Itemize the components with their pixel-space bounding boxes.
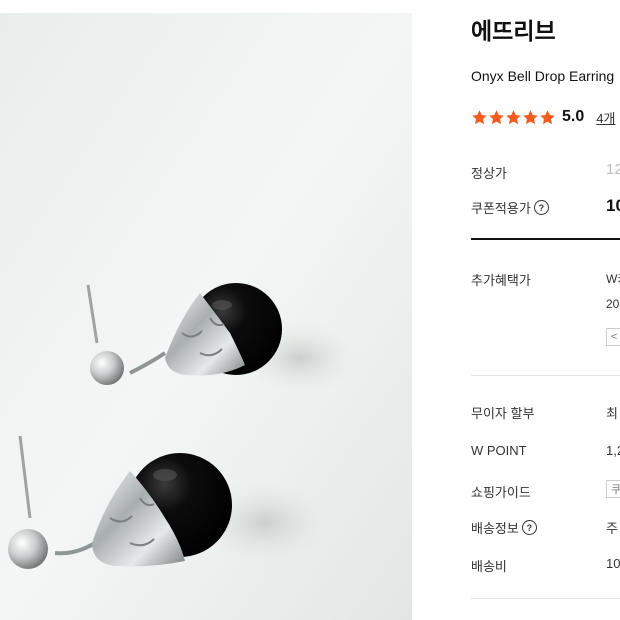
section-divider [471, 375, 620, 376]
star-icon [506, 109, 521, 124]
benefit-more-button[interactable]: < [606, 328, 620, 346]
product-image[interactable] [0, 13, 412, 620]
product-title: Onyx Bell Drop Earring [471, 68, 615, 84]
star-icon [523, 109, 538, 124]
product-info-panel: 에뜨리브 Onyx Bell Drop Earring 5.0 4개 정상가 1… [471, 0, 620, 620]
shopping-guide-button[interactable]: 쿠 [606, 480, 620, 498]
review-count-link[interactable]: 4개 [596, 108, 615, 127]
coupon-price-label: 쿠폰적용가 ? [471, 198, 549, 217]
shipping-info-label: 배송정보 ? [471, 518, 537, 537]
question-circle-icon[interactable]: ? [533, 200, 549, 215]
wpoint-value: 1,2 [606, 443, 620, 458]
rating-score: 5.0 [562, 108, 585, 125]
extra-benefit-line1: W카 [606, 272, 620, 286]
earring-photo [0, 13, 412, 620]
star-icon [540, 109, 555, 124]
star-icon [489, 109, 504, 124]
rating-stars [471, 109, 556, 126]
shipping-info-value: 주 [606, 521, 618, 536]
wpoint-label: W POINT [471, 443, 527, 458]
shipping-info-label-text: 배송정보 [471, 521, 519, 536]
price-divider [471, 238, 620, 240]
installment-label: 무이자 할부 [471, 406, 535, 421]
brand-name[interactable]: 에뜨리브 [471, 12, 556, 46]
rating-row: 5.0 4개 [471, 106, 615, 128]
extra-benefit-label: 추가혜택가 [471, 273, 531, 288]
coupon-price-label-text: 쿠폰적용가 [471, 201, 531, 216]
regular-price-label: 정상가 [471, 166, 507, 181]
coupon-price-value: 10 [606, 196, 620, 215]
shipping-fee-value: 10 [606, 556, 620, 571]
shopping-guide-label: 쇼핑가이드 [471, 485, 531, 500]
section-divider [471, 598, 620, 599]
shipping-fee-label: 배송비 [471, 559, 507, 574]
installment-value: 최 [606, 406, 618, 421]
star-icon [472, 109, 487, 124]
question-circle-icon[interactable]: ? [521, 520, 537, 535]
extra-benefit-line2: 20 [606, 297, 620, 311]
regular-price-value: 12 [606, 161, 620, 178]
